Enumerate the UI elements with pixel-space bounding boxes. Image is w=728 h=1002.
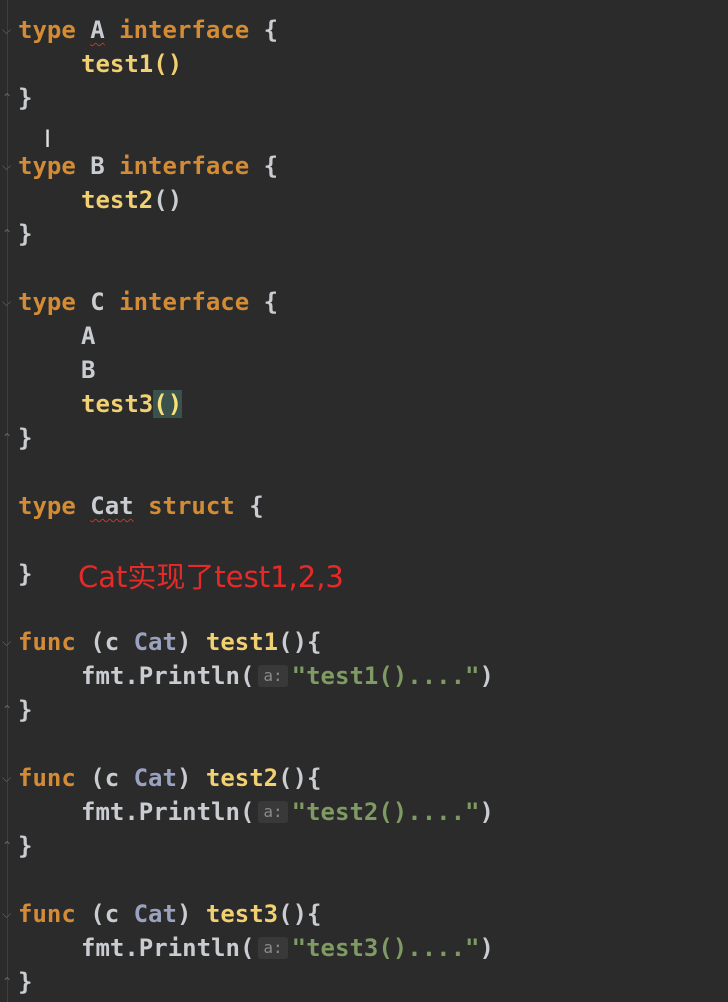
- code-editor[interactable]: ⌵ ⌃ ⌵ ⌃ ⌵ ⌃ ⌵ ⌃ ⌵ ⌃ ⌵ ⌃ type A interface…: [0, 0, 728, 1002]
- open-brace: {: [263, 288, 279, 316]
- call-expression: fmt.Println(: [81, 798, 255, 826]
- keyword-type: type: [18, 288, 76, 316]
- keyword-struct: struct: [148, 492, 235, 520]
- close-brace: }: [18, 560, 33, 588]
- method-parens: (): [153, 186, 183, 214]
- fold-open-icon[interactable]: ⌵: [2, 24, 14, 36]
- code-line[interactable]: type C interface {: [18, 285, 278, 319]
- fold-close-icon[interactable]: ⌃: [2, 704, 14, 716]
- fold-open-icon[interactable]: ⌵: [2, 772, 14, 784]
- keyword-func: func: [18, 764, 76, 792]
- code-line[interactable]: func (c Cat) test2(){: [18, 761, 321, 795]
- function-signature: (){: [278, 900, 322, 928]
- string-literal: "test2()....": [291, 798, 480, 826]
- interface-name: B: [90, 152, 105, 180]
- receiver-open: (c: [90, 628, 134, 656]
- close-brace: }: [18, 968, 33, 996]
- code-line[interactable]: }: [18, 421, 32, 455]
- annotation-note: Cat实现了test1,2,3: [78, 560, 344, 594]
- fold-close-icon[interactable]: ⌃: [2, 840, 14, 852]
- function-signature: (){: [278, 628, 322, 656]
- call-close: ): [479, 798, 494, 826]
- receiver-type: Cat: [133, 900, 177, 928]
- method-parens: (): [153, 50, 183, 78]
- method-name: test3: [81, 390, 154, 418]
- call-close: ): [479, 662, 494, 690]
- receiver-close: ): [176, 628, 192, 656]
- receiver-type: Cat: [133, 764, 177, 792]
- call-close: ): [479, 934, 494, 962]
- interface-name: A: [90, 16, 105, 44]
- code-line[interactable]: }: [18, 217, 32, 251]
- close-brace: }: [18, 84, 33, 112]
- code-line[interactable]: }: [18, 829, 32, 863]
- keyword-type: type: [18, 492, 76, 520]
- code-line[interactable]: fmt.Println(a: "test2()...."): [18, 795, 494, 829]
- code-line[interactable]: fmt.Println(a: "test3()...."): [18, 931, 494, 965]
- code-line[interactable]: }: [18, 693, 32, 727]
- fold-close-icon[interactable]: ⌃: [2, 976, 14, 988]
- code-line[interactable]: test1(): [18, 47, 182, 81]
- code-line[interactable]: }: [18, 557, 32, 591]
- keyword-func: func: [18, 900, 76, 928]
- code-line[interactable]: }: [18, 81, 32, 115]
- fold-close-icon[interactable]: ⌃: [2, 92, 14, 104]
- close-brace: }: [18, 696, 33, 724]
- call-expression: fmt.Println(: [81, 662, 255, 690]
- keyword-interface: interface: [119, 16, 250, 44]
- fold-open-icon[interactable]: ⌵: [2, 160, 14, 172]
- keyword-interface: interface: [119, 152, 250, 180]
- fold-close-icon[interactable]: ⌃: [2, 432, 14, 444]
- string-literal: "test1()....": [291, 662, 480, 690]
- interface-name: C: [90, 288, 105, 316]
- embedded-interface-a: A: [81, 322, 96, 350]
- code-line[interactable]: func (c Cat) test1(){: [18, 625, 321, 659]
- code-line[interactable]: A: [18, 319, 95, 353]
- receiver-open: (c: [90, 900, 134, 928]
- function-name: test1: [205, 628, 279, 656]
- keyword-type: type: [18, 152, 76, 180]
- function-name: test3: [205, 900, 279, 928]
- code-line[interactable]: type A interface {: [18, 13, 278, 47]
- open-brace: {: [263, 16, 279, 44]
- fold-open-icon[interactable]: ⌵: [2, 296, 14, 308]
- receiver-close: ): [176, 900, 192, 928]
- fold-open-icon[interactable]: ⌵: [2, 636, 14, 648]
- code-line[interactable]: }: [18, 965, 32, 999]
- struct-name: Cat: [90, 492, 134, 520]
- function-name: test2: [205, 764, 279, 792]
- fold-open-icon[interactable]: ⌵: [2, 908, 14, 920]
- close-brace: }: [18, 832, 33, 860]
- matched-parens: (): [153, 390, 183, 418]
- keyword-interface: interface: [119, 288, 250, 316]
- text-cursor-icon: I: [44, 125, 52, 153]
- close-brace: }: [18, 424, 33, 452]
- fold-close-icon[interactable]: ⌃: [2, 228, 14, 240]
- keyword-type: type: [18, 16, 76, 44]
- close-brace: }: [18, 220, 33, 248]
- open-brace: {: [249, 492, 264, 520]
- parameter-hint: a:: [258, 937, 288, 959]
- receiver-open: (c: [90, 764, 134, 792]
- code-line[interactable]: type Cat struct {: [18, 489, 264, 523]
- keyword-func: func: [18, 628, 76, 656]
- parameter-hint: a:: [258, 801, 288, 823]
- call-expression: fmt.Println(: [81, 934, 255, 962]
- receiver-close: ): [176, 764, 192, 792]
- method-name: test2: [81, 186, 154, 214]
- parameter-hint: a:: [258, 665, 288, 687]
- receiver-type: Cat: [133, 628, 177, 656]
- editor-gutter: ⌵ ⌃ ⌵ ⌃ ⌵ ⌃ ⌵ ⌃ ⌵ ⌃ ⌵ ⌃: [0, 0, 16, 1002]
- code-line[interactable]: test2(): [18, 183, 182, 217]
- code-line[interactable]: fmt.Println(a: "test1()...."): [18, 659, 494, 693]
- code-line[interactable]: func (c Cat) test3(){: [18, 897, 321, 931]
- code-line[interactable]: type B interface {: [18, 149, 278, 183]
- code-line[interactable]: B: [18, 353, 95, 387]
- string-literal: "test3()....": [291, 934, 480, 962]
- embedded-interface-b: B: [81, 356, 96, 384]
- method-name: test1: [81, 50, 154, 78]
- code-line[interactable]: test3(): [18, 387, 183, 421]
- function-signature: (){: [278, 764, 322, 792]
- open-brace: {: [263, 152, 279, 180]
